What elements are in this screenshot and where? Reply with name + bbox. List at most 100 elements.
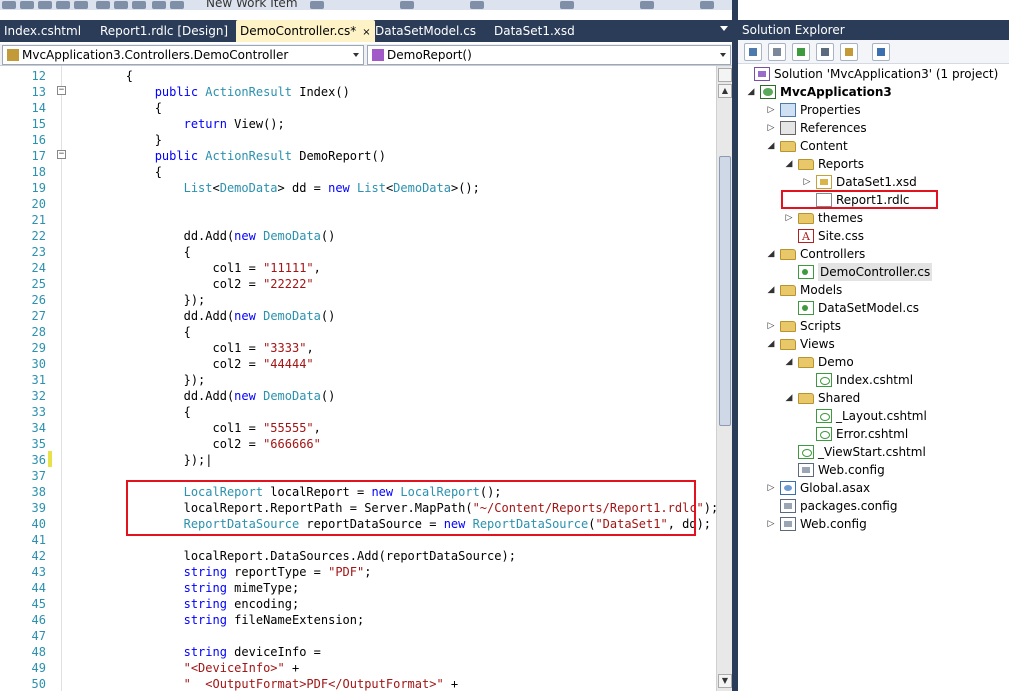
member-selector[interactable]: DemoReport() bbox=[367, 45, 731, 65]
tree-item[interactable]: DataSetModel.cs bbox=[784, 299, 919, 317]
code-line[interactable]: public ActionResult Index() bbox=[68, 84, 350, 100]
tree-item[interactable]: ▷ Global.asax bbox=[766, 479, 870, 497]
refresh-button[interactable] bbox=[792, 43, 810, 61]
tree-item[interactable]: Web.config bbox=[784, 461, 885, 479]
code-line[interactable]: col1 = "3333", bbox=[68, 340, 313, 356]
tab-report1-rdlc-design[interactable]: Report1.rdlc [Design] bbox=[96, 20, 232, 42]
undo-icon[interactable] bbox=[152, 1, 166, 9]
collapse-icon[interactable]: ◢ bbox=[766, 137, 776, 155]
chevron-down-icon[interactable] bbox=[720, 53, 726, 57]
scroll-thumb[interactable] bbox=[719, 156, 731, 426]
class-selector[interactable]: MvcApplication3.Controllers.DemoControll… bbox=[2, 45, 364, 65]
code-line[interactable]: });| bbox=[68, 452, 213, 468]
code-line[interactable]: { bbox=[68, 68, 133, 84]
view-class-diagram-button[interactable] bbox=[840, 43, 858, 61]
collapse-icon[interactable]: ◢ bbox=[766, 245, 776, 263]
code-line[interactable]: }); bbox=[68, 292, 206, 308]
tree-item[interactable]: ◢ Views bbox=[766, 335, 835, 353]
tree-item[interactable]: _Layout.cshtml bbox=[802, 407, 927, 425]
tree-item[interactable]: ▷ Web.config bbox=[766, 515, 867, 533]
tree-item[interactable]: _ViewStart.cshtml bbox=[784, 443, 926, 461]
build-icon[interactable] bbox=[470, 1, 484, 9]
expand-icon[interactable]: ▷ bbox=[766, 101, 776, 119]
tree-item[interactable]: ◢ Shared bbox=[784, 389, 861, 407]
save-all-icon[interactable] bbox=[74, 1, 88, 9]
window-icon[interactable] bbox=[700, 1, 714, 9]
collapse-icon[interactable]: ◢ bbox=[766, 335, 776, 353]
tree-item[interactable]: ◢ Content bbox=[766, 137, 848, 155]
tab-dataset-model[interactable]: DataSetModel.cs bbox=[371, 20, 480, 42]
tree-item[interactable]: ▷ themes bbox=[784, 209, 864, 227]
tab-dataset1-xsd[interactable]: DataSet1.xsd bbox=[490, 20, 579, 42]
tree-item[interactable]: packages.config bbox=[766, 497, 897, 515]
code-line[interactable]: localReport.ReportPath = Server.MapPath(… bbox=[68, 500, 716, 516]
editor-vertical-scrollbar[interactable]: ▲ ▼ bbox=[716, 66, 732, 691]
debug-icon[interactable] bbox=[560, 1, 574, 9]
collapse-icon[interactable]: ◢ bbox=[746, 83, 756, 101]
code-line[interactable]: ReportDataSource reportDataSource = new … bbox=[68, 516, 711, 532]
show-all-files-button[interactable] bbox=[768, 43, 786, 61]
code-line[interactable]: } bbox=[68, 132, 162, 148]
code-line[interactable]: string fileNameExtension; bbox=[68, 612, 365, 628]
tree-item[interactable]: ▷ Scripts bbox=[766, 317, 842, 335]
add-item-icon[interactable] bbox=[20, 1, 34, 9]
collapse-icon[interactable]: ◢ bbox=[766, 281, 776, 299]
split-handle-icon[interactable] bbox=[718, 68, 732, 82]
tree-item[interactable]: ◢ Reports bbox=[784, 155, 865, 173]
new-project-icon[interactable] bbox=[2, 1, 16, 9]
code-line[interactable]: { bbox=[68, 164, 162, 180]
code-line[interactable]: dd.Add(new DemoData() bbox=[68, 308, 336, 324]
code-line[interactable]: dd.Add(new DemoData() bbox=[68, 388, 336, 404]
collapse-icon[interactable]: ◢ bbox=[784, 389, 794, 407]
code-line[interactable]: col2 = "44444" bbox=[68, 356, 313, 372]
close-tab-icon[interactable]: × bbox=[362, 27, 370, 38]
tree-item[interactable]: Site.css bbox=[784, 227, 864, 246]
scroll-down-icon[interactable]: ▼ bbox=[718, 674, 732, 688]
tree-item[interactable]: ◢ MvcApplication3 bbox=[746, 83, 892, 101]
tab-list-dropdown-icon[interactable] bbox=[720, 26, 728, 31]
tree-item[interactable]: Error.cshtml bbox=[802, 425, 908, 443]
tree-item[interactable]: Index.cshtml bbox=[802, 371, 913, 389]
collapse-icon[interactable]: ◢ bbox=[784, 353, 794, 371]
chevron-down-icon[interactable] bbox=[353, 53, 359, 57]
expand-icon[interactable]: ▷ bbox=[766, 479, 776, 497]
code-line[interactable]: { bbox=[68, 324, 191, 340]
layout-icon[interactable] bbox=[640, 1, 654, 9]
expand-icon[interactable]: ▷ bbox=[766, 515, 776, 533]
tree-item[interactable]: ◢ Models bbox=[766, 281, 843, 299]
tree-item[interactable]: ▷ Properties bbox=[766, 101, 861, 119]
work-item-combo[interactable]: New Work Item bbox=[206, 0, 298, 10]
cut-icon[interactable] bbox=[96, 1, 110, 9]
tree-item[interactable]: Solution 'MvcApplication3' (1 project) bbox=[740, 65, 998, 83]
tree-item[interactable]: ▷ References bbox=[766, 119, 867, 137]
code-area[interactable]: { public ActionResult Index() { return V… bbox=[62, 66, 716, 691]
code-line[interactable]: col2 = "22222" bbox=[68, 276, 313, 292]
paste-icon[interactable] bbox=[132, 1, 146, 9]
code-line[interactable]: col1 = "11111", bbox=[68, 260, 320, 276]
tree-item[interactable]: Report1.rdlc bbox=[802, 191, 910, 209]
expand-icon[interactable]: ▷ bbox=[784, 209, 794, 227]
code-line[interactable]: string reportType = "PDF"; bbox=[68, 564, 372, 580]
tree-item[interactable]: ▷ DataSet1.xsd bbox=[802, 173, 917, 191]
open-file-icon[interactable] bbox=[38, 1, 52, 9]
code-editor[interactable]: − − 12 13 14 15 16 17 18 19 20 21 22 23 24 25 26 27 28 29… bbox=[0, 66, 736, 691]
code-line[interactable]: col2 = "666666" bbox=[68, 436, 320, 452]
copy-website-button[interactable] bbox=[872, 43, 890, 61]
code-line[interactable]: List<DemoData> dd = new List<DemoData>()… bbox=[68, 180, 480, 196]
code-line[interactable]: localReport.DataSources.Add(reportDataSo… bbox=[68, 548, 516, 564]
code-line[interactable]: " <OutputFormat>PDF</OutputFormat>" + bbox=[68, 676, 459, 691]
scroll-up-icon[interactable]: ▲ bbox=[718, 84, 732, 98]
code-line[interactable]: { bbox=[68, 244, 191, 260]
code-line[interactable]: }); bbox=[68, 372, 206, 388]
copy-icon[interactable] bbox=[114, 1, 128, 9]
code-line[interactable]: string mimeType; bbox=[68, 580, 300, 596]
redo-icon[interactable] bbox=[170, 1, 184, 9]
tree-item[interactable]: ◢ Controllers bbox=[766, 245, 866, 263]
expand-icon[interactable]: ▷ bbox=[766, 317, 776, 335]
tab-index-cshtml[interactable]: Index.cshtml bbox=[0, 20, 85, 42]
properties-button[interactable] bbox=[744, 43, 762, 61]
code-line[interactable]: { bbox=[68, 100, 162, 116]
code-line[interactable]: "<DeviceInfo>" + bbox=[68, 660, 300, 676]
code-line[interactable]: dd.Add(new DemoData() bbox=[68, 228, 336, 244]
collapse-icon[interactable]: ◢ bbox=[784, 155, 794, 173]
